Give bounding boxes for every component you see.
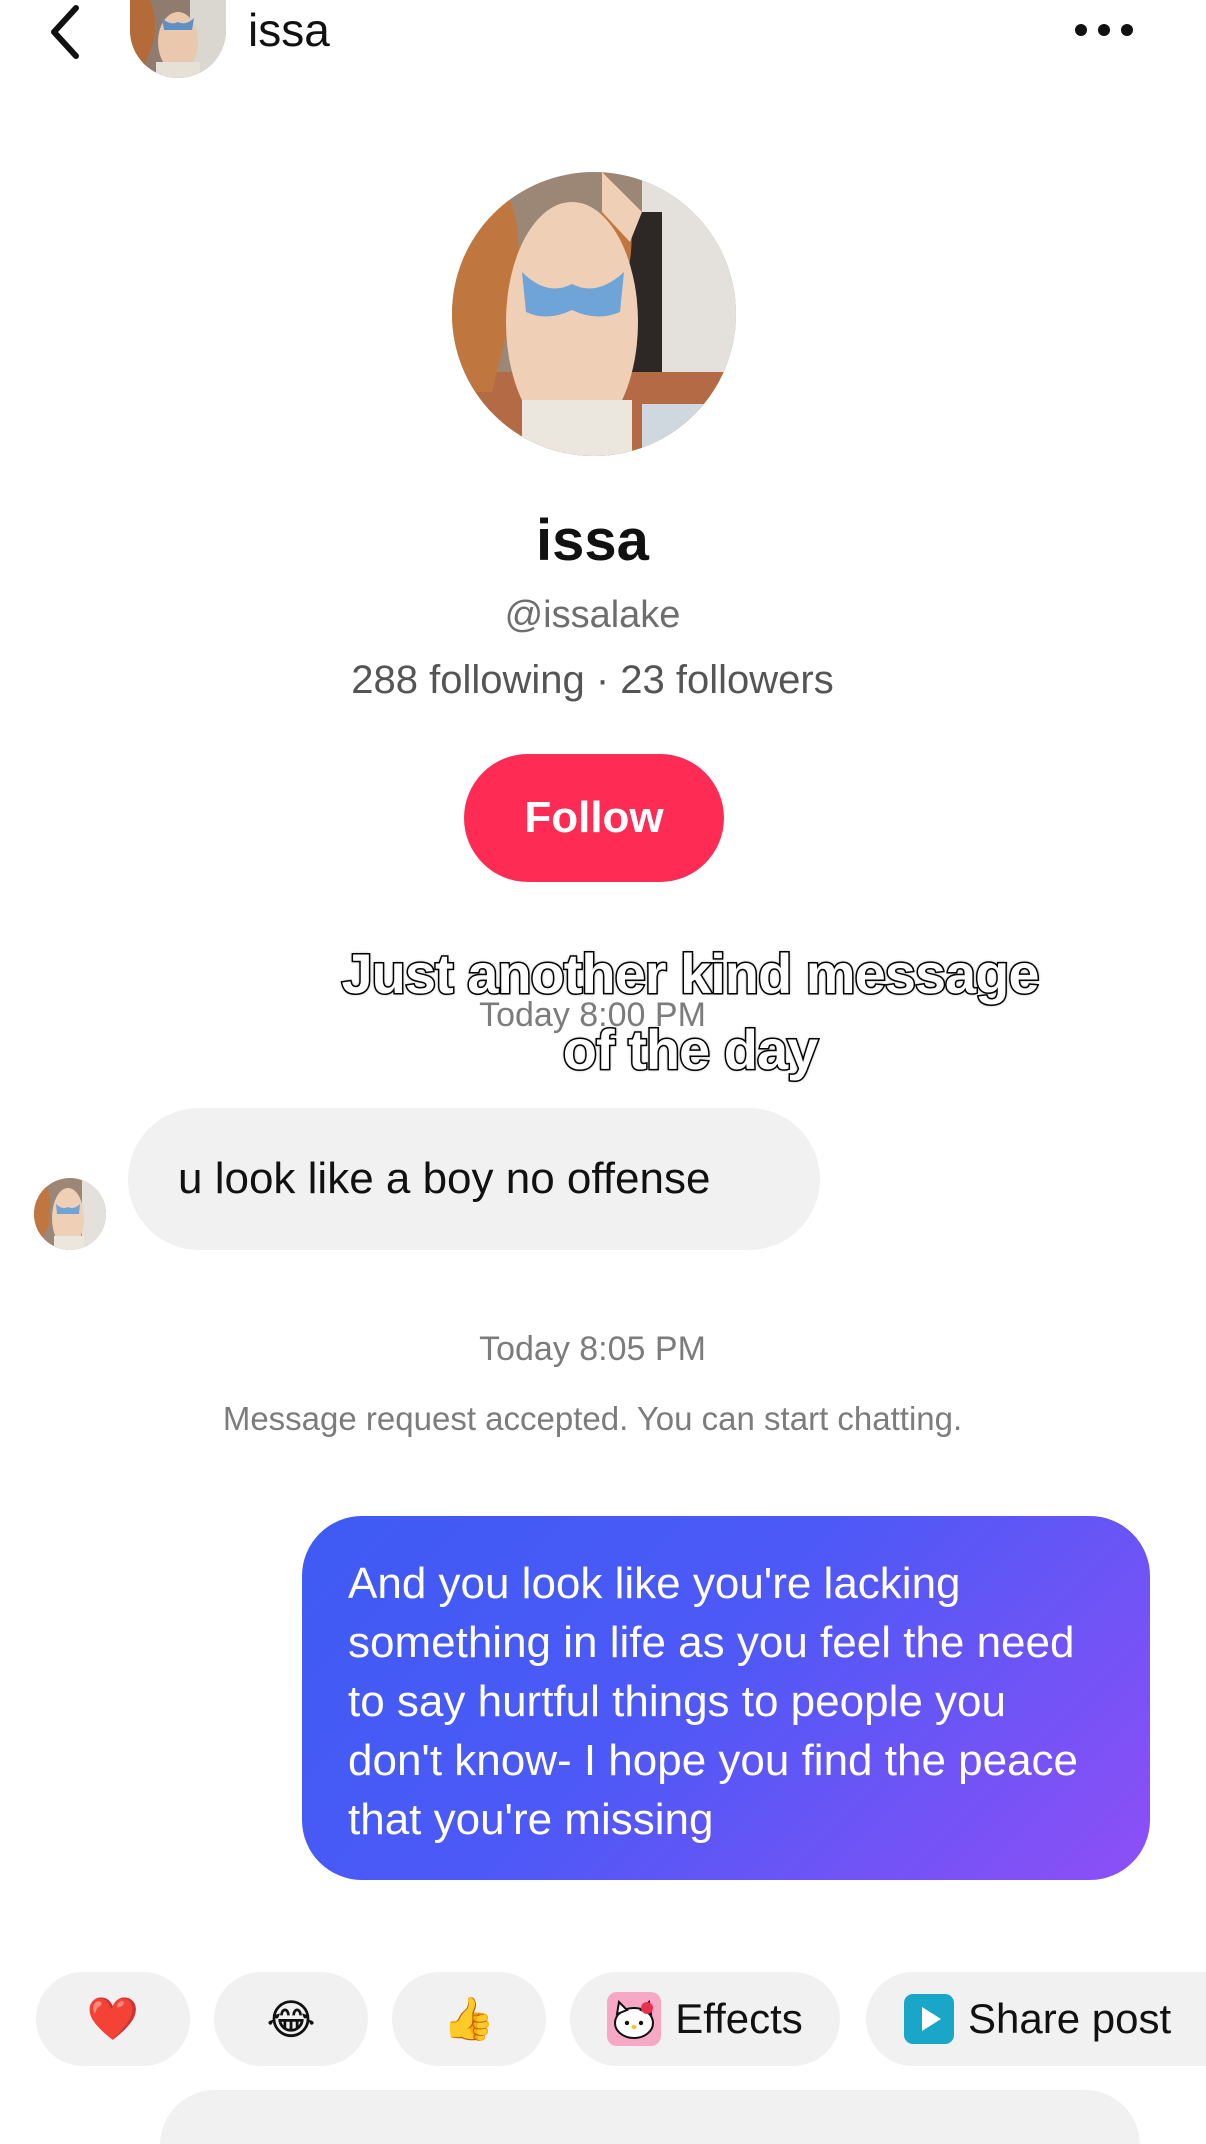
- overlay-caption-line: of the day: [561, 1017, 819, 1083]
- header-username[interactable]: issa: [248, 2, 330, 58]
- reaction-thumbs-up-button[interactable]: 👍: [392, 1972, 546, 2066]
- reaction-laugh-button[interactable]: 😂: [214, 1972, 368, 2066]
- play-square-icon: [904, 1994, 954, 2044]
- hello-kitty-icon: [607, 1992, 662, 2046]
- profile-stats: 288 following · 23 followers: [351, 658, 834, 702]
- heart-icon: ❤️: [86, 1994, 140, 2042]
- back-button[interactable]: [40, 4, 90, 60]
- thumbs-up-icon: 👍: [442, 1994, 496, 2042]
- share-post-label: Share post: [968, 1995, 1172, 2042]
- overlay-caption-line: Just another kind message: [340, 941, 1041, 1007]
- profile-name: issa: [536, 508, 649, 573]
- chevron-left-icon: [51, 5, 79, 59]
- effects-button[interactable]: Effects: [570, 1972, 840, 2066]
- laughing-face-icon: 😂: [266, 1995, 316, 2043]
- more-horizontal-icon: [1075, 24, 1133, 36]
- system-message: Message request accepted. You can start …: [222, 1400, 963, 1437]
- profile-avatar[interactable]: [452, 172, 736, 456]
- reaction-heart-button[interactable]: ❤️: [36, 1972, 190, 2066]
- effects-label: Effects: [675, 1995, 803, 2042]
- message-input[interactable]: [160, 2090, 1140, 2144]
- incoming-message-bubble[interactable]: u look like a boy no offense: [128, 1108, 820, 1250]
- share-post-button[interactable]: Share post: [866, 1972, 1206, 2066]
- sender-avatar[interactable]: [34, 1178, 106, 1250]
- overlay-caption: Just another kind message of the day: [0, 936, 1206, 1088]
- more-options-button[interactable]: [1068, 10, 1140, 50]
- message-timestamp: Today 8:05 PM: [479, 1330, 706, 1368]
- header-avatar[interactable]: [130, 0, 226, 78]
- profile-handle: @issalake: [504, 594, 681, 636]
- outgoing-message-bubble[interactable]: And you look like you're lacking somethi…: [302, 1516, 1150, 1880]
- follow-button[interactable]: Follow: [464, 754, 724, 882]
